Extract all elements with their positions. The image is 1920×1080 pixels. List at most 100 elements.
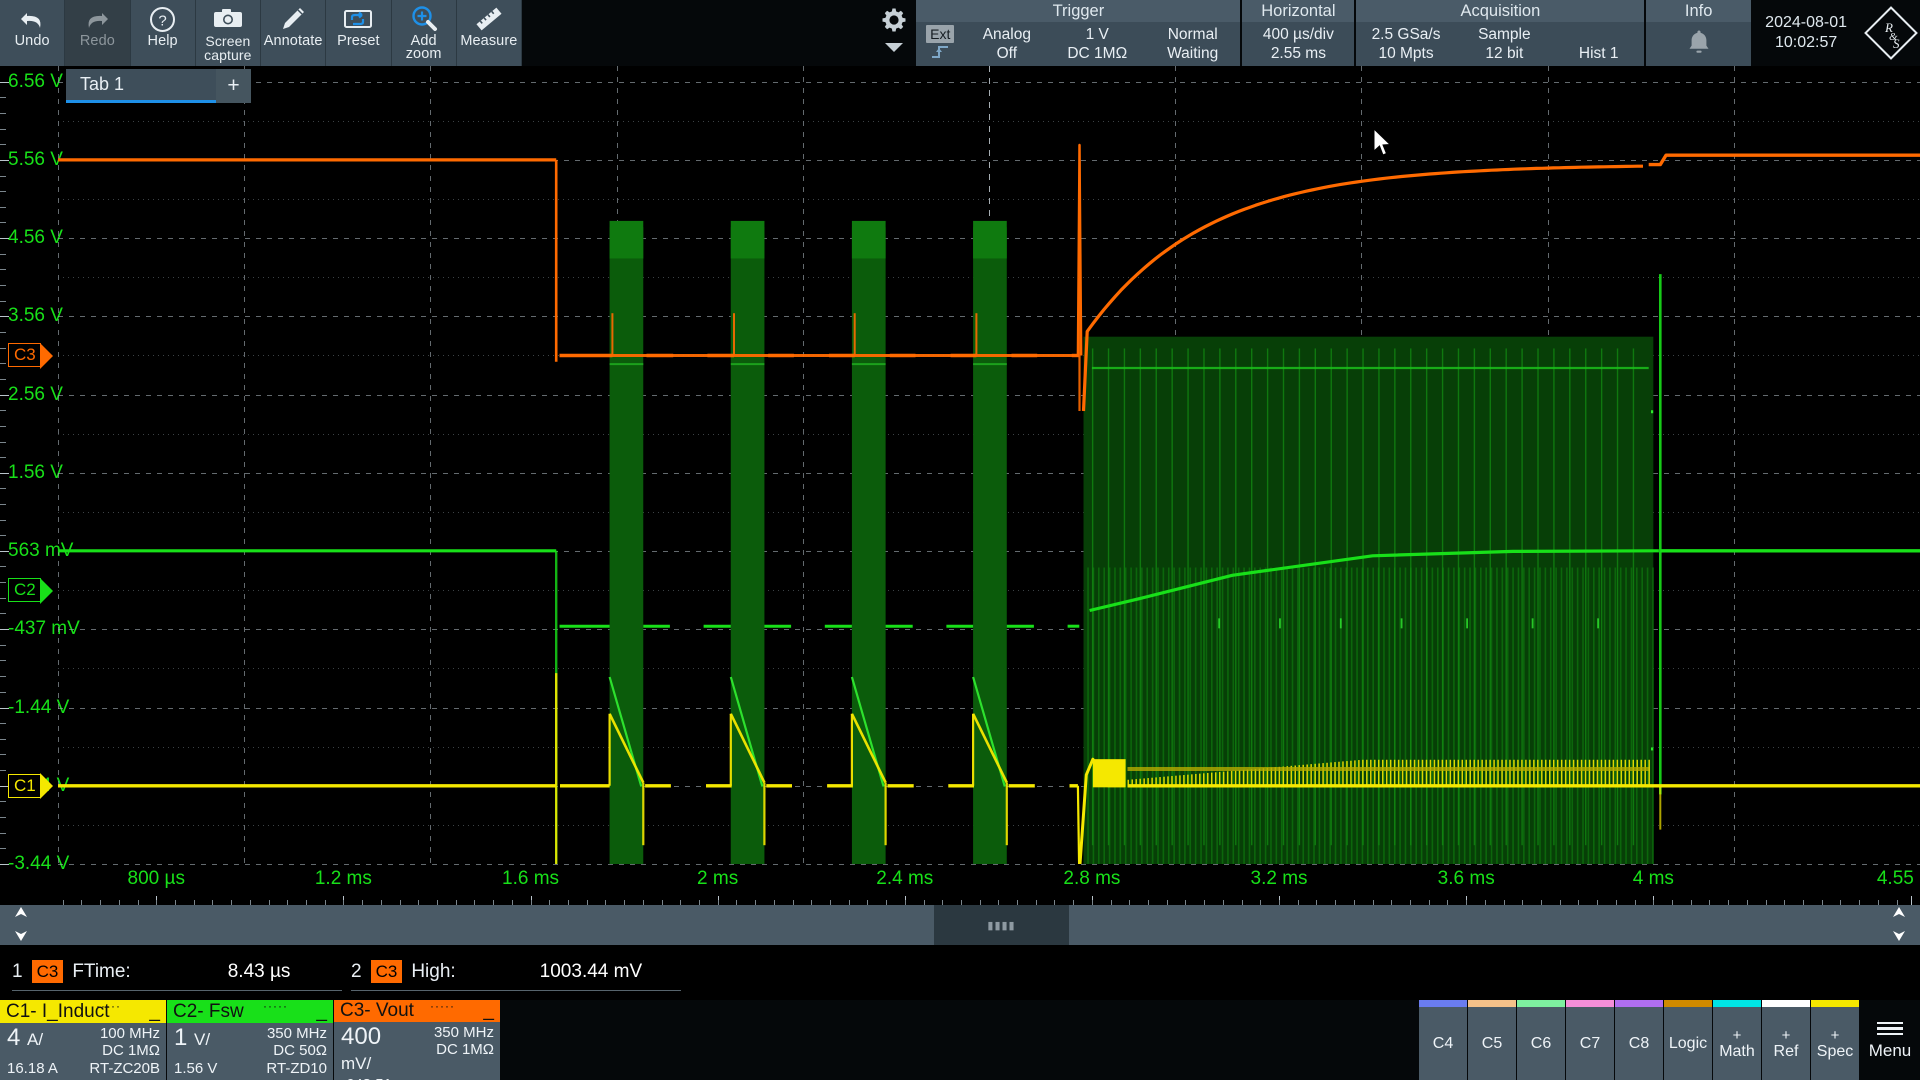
x-axis-label: 2.4 ms xyxy=(876,868,934,889)
add-tab-button[interactable]: + xyxy=(216,69,251,103)
date-text: 2024-08-01 xyxy=(1765,14,1848,31)
measurement-1[interactable]: 1 C3 FTime: 8.43 µs xyxy=(12,953,342,991)
x-axis-label: 1.6 ms xyxy=(502,868,560,889)
signal-button-label: C6 xyxy=(1530,1034,1552,1052)
redo-button[interactable]: Redo xyxy=(65,0,131,66)
acquisition-panel[interactable]: Acquisition 2.5 GSa/s 10 Mpts Sample 12 … xyxy=(1354,0,1645,66)
trigger-panel[interactable]: Trigger Ext Analog Off 1 V DC 1MΩ Normal… xyxy=(914,0,1241,66)
waveform-display[interactable]: Tab 1 + 6.56 V 5.56 V 4.56 V 3.56 V 2.56 V 1.… xyxy=(0,66,1920,905)
pencil-icon xyxy=(280,4,306,34)
y-axis-tick-minor xyxy=(0,817,6,819)
preset-icon xyxy=(343,4,373,34)
channel-c2[interactable]: C2- Fsw ····· _ 1 V/ 350 MHz DC 50Ω 1.56… xyxy=(167,999,333,1080)
scrollbar-track[interactable]: ▮▮▮▮ xyxy=(42,905,1878,945)
camera-icon xyxy=(213,4,243,34)
signal-button-color-cap xyxy=(1762,1000,1810,1007)
channel-c1[interactable]: C1- I_Induct ····· _ 4 A/ 100 MHz DC 1MΩ… xyxy=(0,999,166,1080)
y-axis-tick-minor xyxy=(0,128,6,130)
channel-c3[interactable]: C3- Vout ····· _ 400 mV/ 350 MHz DC 1MΩ … xyxy=(334,999,500,1080)
y-axis-tick-minor xyxy=(0,660,6,662)
svg-text:?: ? xyxy=(158,12,166,29)
menu-button[interactable]: Menu xyxy=(1860,1000,1920,1080)
channel-c3-offset: -648.51 mV xyxy=(341,1076,418,1080)
y-axis-tick-minor xyxy=(0,676,6,678)
y-axis-tick-minor xyxy=(0,723,6,725)
channel-c2-header[interactable]: C2- Fsw ····· _ xyxy=(167,999,333,1023)
trigger-source[interactable]: Ext xyxy=(926,24,955,43)
channel-c3-minimize[interactable]: _ xyxy=(483,1000,494,1022)
preset-button[interactable]: Preset xyxy=(326,0,392,66)
annotate-button[interactable]: Annotate xyxy=(261,0,327,66)
y-axis-tick-minor xyxy=(0,457,6,459)
signal-button-logic[interactable]: Logic xyxy=(1664,1000,1713,1080)
measure-label: Measure xyxy=(460,33,518,49)
trigger-state: Waiting xyxy=(1167,44,1219,62)
help-button[interactable]: ? Help xyxy=(130,0,196,66)
channel-c2-coupling: DC 50Ω xyxy=(273,1042,327,1059)
signal-button-c6[interactable]: C6 xyxy=(1517,1000,1566,1080)
info-panel[interactable]: Info xyxy=(1644,0,1752,66)
y-axis-tick-minor xyxy=(0,613,6,615)
y-axis-tick-minor xyxy=(0,441,6,443)
y-axis-tick xyxy=(0,707,9,709)
channel-c3-header[interactable]: C3- Vout ····· _ xyxy=(334,999,500,1022)
channel-c1-coupling: DC 1MΩ xyxy=(102,1042,160,1059)
grid-area[interactable] xyxy=(58,66,1920,865)
signal-button-color-cap xyxy=(1713,1000,1761,1007)
y-axis-tick xyxy=(0,238,9,240)
channel-c2-bandwidth: 350 MHz xyxy=(266,1025,327,1042)
undo-button[interactable]: Undo xyxy=(0,0,66,66)
acq-mode: Sample xyxy=(1478,25,1531,43)
signal-button-math[interactable]: + Math xyxy=(1713,1000,1762,1080)
horizontal-position: 2.55 ms xyxy=(1270,44,1326,62)
y-axis-tick xyxy=(0,629,9,631)
y-axis-tick-minor xyxy=(0,566,6,568)
scroll-down-icon-right[interactable] xyxy=(1892,928,1906,946)
help-label: Help xyxy=(147,33,178,49)
measurement-2[interactable]: 2 C3 High: 1003.44 mV xyxy=(351,953,681,991)
scroll-up-icon-right[interactable] xyxy=(1892,905,1906,923)
measure-button[interactable]: Measure xyxy=(456,0,522,66)
chevron-down-icon[interactable] xyxy=(883,40,905,59)
channel-marker-c1[interactable]: C1 xyxy=(8,773,53,800)
bell-icon[interactable] xyxy=(1686,28,1712,61)
screen-capture-button[interactable]: Screen capture xyxy=(195,0,261,66)
scroll-right-group[interactable] xyxy=(1878,905,1920,945)
channel-marker-c3[interactable]: C3 xyxy=(8,342,53,369)
x-axis-label: 4.55 ms xyxy=(1876,868,1920,889)
toolbar-settings-group[interactable] xyxy=(874,0,915,66)
channel-marker-c2[interactable]: C2 xyxy=(8,577,53,604)
y-axis-tick-minor xyxy=(0,504,6,506)
channel-c2-minimize[interactable]: _ xyxy=(316,1001,327,1023)
undo-icon xyxy=(18,4,46,34)
channel-c1-header[interactable]: C1- I_Induct ····· _ xyxy=(0,999,166,1023)
signal-button-color-cap xyxy=(1517,1000,1565,1007)
x-axis-label: 2.8 ms xyxy=(1063,868,1121,889)
tab-1[interactable]: Tab 1 xyxy=(66,69,216,103)
signal-button-c5[interactable]: C5 xyxy=(1468,1000,1517,1080)
signal-button-label: C8 xyxy=(1628,1034,1650,1052)
signal-button-c4[interactable]: C4 xyxy=(1419,1000,1468,1080)
y-axis-tick-minor xyxy=(0,738,6,740)
scroll-left-group[interactable] xyxy=(0,905,42,945)
y-axis-label: 3.56 V xyxy=(8,305,63,327)
scrollbar-grip: ▮▮▮▮ xyxy=(987,919,1016,932)
signal-button-c8[interactable]: C8 xyxy=(1615,1000,1664,1080)
channel-c1-minimize[interactable]: _ xyxy=(149,1001,160,1023)
channel-c1-title: C1- I_Induct xyxy=(6,1000,110,1022)
channel-c1-config: 100 MHz DC 1MΩ xyxy=(84,1025,160,1060)
y-axis-tick-minor xyxy=(0,253,6,255)
horizontal-panel[interactable]: Horizontal 400 µs/div 2.55 ms xyxy=(1240,0,1355,66)
scroll-down-icon[interactable] xyxy=(14,928,28,946)
add-zoom-button[interactable]: Add zoom xyxy=(391,0,457,66)
gear-icon[interactable] xyxy=(881,7,907,38)
scrollbar-thumb[interactable]: ▮▮▮▮ xyxy=(934,905,1069,945)
signal-button-c7[interactable]: C7 xyxy=(1566,1000,1615,1080)
y-axis-tick-minor xyxy=(0,535,6,537)
scroll-up-icon[interactable] xyxy=(14,905,28,923)
horizontal-scrollbar[interactable]: ▮▮▮▮ xyxy=(0,905,1920,945)
y-axis-tick-minor xyxy=(0,582,6,584)
signal-button-ref[interactable]: + Ref xyxy=(1762,1000,1811,1080)
signal-button-spec[interactable]: + Spec xyxy=(1811,1000,1860,1080)
y-axis-label: 6.56 V xyxy=(8,70,63,92)
